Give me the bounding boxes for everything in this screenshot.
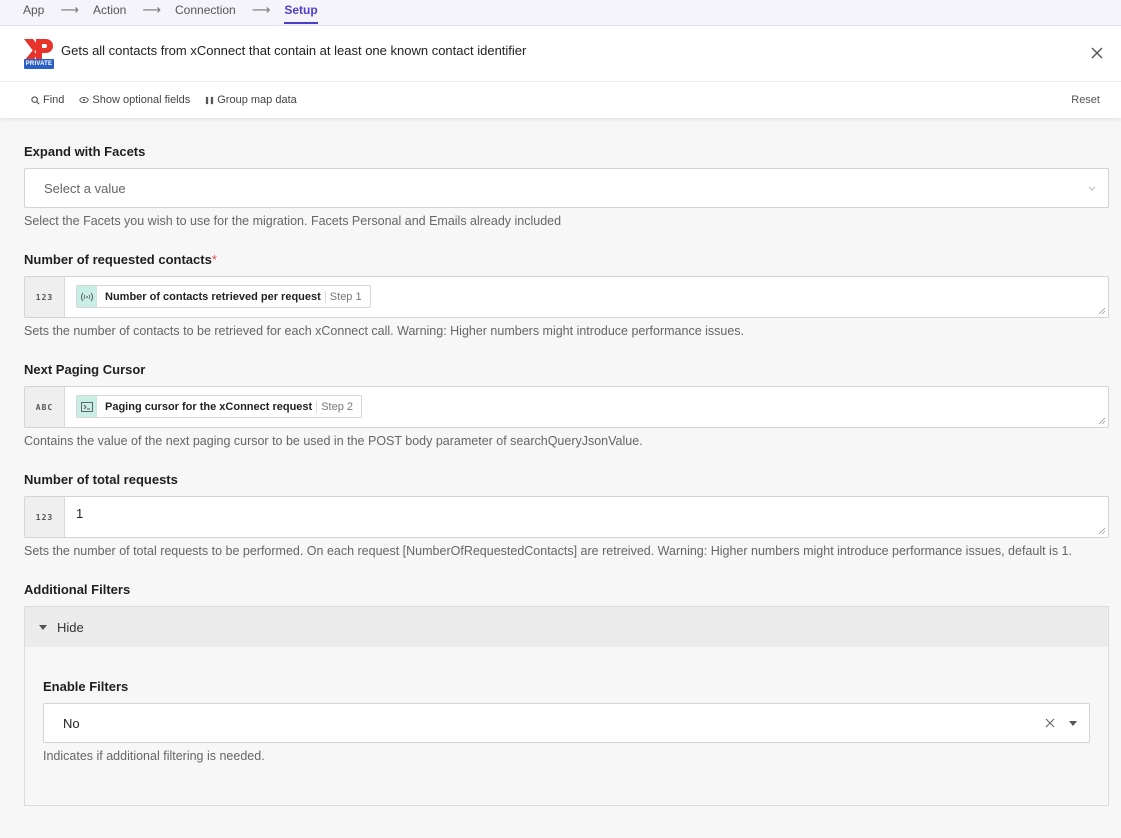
search-icon	[31, 95, 40, 105]
eye-icon	[79, 97, 90, 103]
mapped-content[interactable]: Paging cursor for the xConnect request S…	[65, 387, 1108, 427]
mapped-value-pill[interactable]: Paging cursor for the xConnect request S…	[76, 395, 363, 418]
clear-icon[interactable]	[1045, 718, 1055, 728]
reset-button[interactable]: Reset	[1071, 94, 1100, 106]
action-header: PRIVATE Gets all contacts from xConnect …	[0, 26, 1121, 82]
total-requests-label: Number of total requests	[24, 472, 178, 487]
action-title: Gets all contacts from xConnect that con…	[61, 42, 527, 58]
pill-label: Paging cursor for the xConnect request	[105, 400, 313, 413]
xp-logo-icon	[24, 38, 53, 61]
step-setup[interactable]: Setup	[284, 0, 319, 24]
arrow-right-icon: ⟶	[251, 1, 271, 17]
enable-filters-hint: Indicates if additional filtering is nee…	[43, 749, 265, 763]
enable-filters-label: Enable Filters	[43, 679, 129, 694]
arrow-right-icon: ⟶	[60, 1, 79, 17]
hide-toggle-label: Hide	[57, 619, 84, 635]
close-button[interactable]	[1087, 43, 1107, 63]
facets-label: Expand with Facets	[24, 144, 146, 159]
step-app[interactable]: App ⟶	[23, 0, 93, 19]
caret-down-icon	[39, 624, 47, 630]
enable-filters-select[interactable]: No	[43, 703, 1090, 743]
app-logo: PRIVATE	[24, 38, 54, 69]
total-requests-hint: Sets the number of total requests to be …	[24, 544, 1072, 558]
requested-contacts-field: Number of requested contacts* 123 Number…	[24, 252, 1109, 340]
group-map-data-button[interactable]: Group map data	[205, 94, 297, 106]
find-button[interactable]: Find	[31, 94, 64, 106]
type-number-indicator: 123	[25, 277, 65, 317]
find-label: Find	[43, 94, 65, 106]
step-setup-label: Setup	[284, 2, 319, 24]
total-requests-field: Number of total requests 123 1 Sets the …	[24, 472, 1109, 560]
step-breadcrumb: App ⟶ Action ⟶ Connection ⟶ Setup	[0, 0, 1121, 26]
requested-contacts-hint: Sets the number of contacts to be retrie…	[24, 324, 745, 338]
additional-filters-panel: Hide Enable Filters No Indicates if addi…	[24, 606, 1109, 806]
setup-form: Expand with Facets Select a value Select…	[0, 118, 1121, 838]
step-action[interactable]: Action ⟶	[93, 0, 175, 19]
resize-handle-icon[interactable]	[1098, 417, 1106, 425]
step-connection-label: Connection	[175, 2, 236, 17]
mapped-content[interactable]: Number of contacts retrieved per request…	[65, 277, 1108, 317]
step-connection[interactable]: Connection ⟶	[175, 0, 284, 19]
paging-cursor-hint: Contains the value of the next paging cu…	[24, 434, 643, 448]
type-text-indicator: ABC	[25, 387, 65, 427]
pill-label: Number of contacts retrieved per request	[105, 290, 321, 303]
additional-filters-label: Additional Filters	[24, 582, 131, 597]
pill-step: Step 1	[324, 290, 370, 303]
caret-down-icon[interactable]	[1069, 720, 1077, 726]
total-requests-input[interactable]: 123 1	[24, 496, 1109, 538]
hide-toggle[interactable]: Hide	[25, 607, 1108, 647]
close-icon	[1091, 47, 1103, 58]
show-optional-fields-button[interactable]: Show optional fields	[79, 94, 190, 106]
signal-icon	[77, 286, 97, 307]
paging-cursor-input[interactable]: ABC Paging cursor for the xConnect reque…	[24, 386, 1109, 428]
group-map-label: Group map data	[217, 94, 297, 106]
arrow-right-icon: ⟶	[142, 1, 161, 17]
paging-cursor-field: Next Paging Cursor ABC Paging cursor for…	[24, 362, 1109, 450]
total-requests-value[interactable]: 1	[65, 497, 1108, 537]
type-number-indicator: 123	[25, 497, 65, 537]
paging-cursor-label: Next Paging Cursor	[24, 362, 146, 377]
mapped-value-pill[interactable]: Number of contacts retrieved per request…	[76, 285, 371, 308]
filters-body: Enable Filters No Indicates if additiona…	[25, 647, 1108, 805]
enable-filters-value: No	[63, 715, 80, 731]
facets-select[interactable]: Select a value	[24, 168, 1109, 208]
resize-handle-icon[interactable]	[1098, 307, 1106, 315]
requested-contacts-label: Number of requested contacts*	[24, 252, 1109, 267]
toolbar: Find Show optional fields Group map data…	[0, 82, 1121, 118]
pill-step: Step 2	[316, 400, 361, 413]
required-marker: *	[211, 252, 217, 267]
additional-filters-field: Additional Filters Hide Enable Filters N…	[24, 582, 1109, 806]
requested-contacts-input[interactable]: 123 Number of contacts retrieved per req…	[24, 276, 1109, 318]
chevron-down-icon	[1088, 186, 1096, 191]
code-icon	[77, 396, 97, 417]
resize-handle-icon[interactable]	[1098, 527, 1106, 535]
show-optional-label: Show optional fields	[92, 94, 191, 106]
step-action-label: Action	[93, 2, 127, 17]
step-app-label: App	[23, 2, 45, 17]
facets-hint: Select the Facets you wish to use for th…	[24, 214, 562, 228]
private-badge: PRIVATE	[24, 58, 54, 69]
group-icon	[206, 96, 214, 104]
facets-placeholder: Select a value	[44, 180, 126, 196]
facets-field: Expand with Facets Select a value Select…	[24, 144, 1109, 230]
requested-contacts-label-text: Number of requested contacts	[24, 252, 212, 267]
